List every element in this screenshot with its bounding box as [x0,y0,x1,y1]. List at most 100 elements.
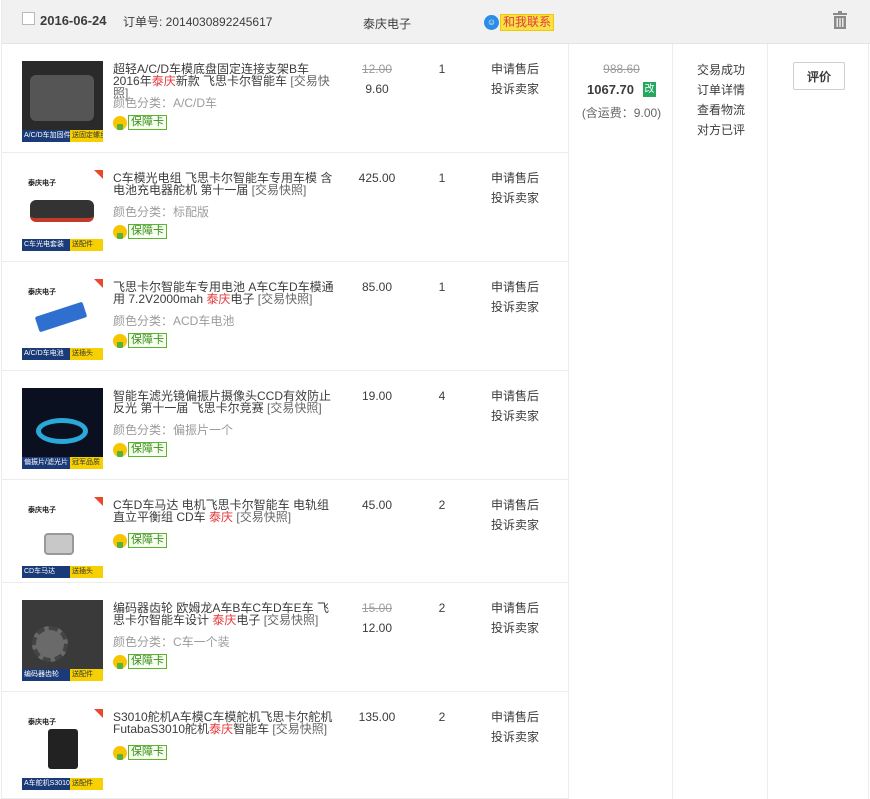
thumbnail-caption: C车光电套装 [22,239,70,251]
item-operations: 申请售后 投诉卖家 [491,495,539,535]
complain-seller-link[interactable]: 投诉卖家 [491,297,539,317]
flower-icon [113,533,127,548]
unit-price: 19.00 [347,389,407,403]
product-sku: 颜色分类：ACD车电池 [113,314,235,328]
apply-after-sales-link[interactable]: 申请售后 [491,598,539,618]
contact-seller-button[interactable]: ☺ 和我联系 [484,13,555,31]
order-item-row: 泰庆电子 A/C/D车电池 送插头 飞思卡尔智能车专用电池 A车C车D车模通用 7.2… [2,262,568,371]
flower-icon [113,442,127,457]
guarantee-card-label: 保障卡 [128,745,167,760]
order-detail-link[interactable]: 订单详情 [697,80,745,100]
thumbnail-caption-strip: A/C/D车加固件送固定螺丝 [22,130,103,142]
shop-name-link[interactable]: 泰庆电子 [363,15,411,32]
guarantee-card-label: 保障卡 [128,654,167,669]
product-title-text: 电子 [236,613,264,627]
complain-seller-link[interactable]: 投诉卖家 [491,727,539,747]
thumbnail-tag: 冠军品质 [70,457,103,469]
guarantee-card-badge[interactable]: 保障卡 [113,442,167,457]
thumbnail-caption-strip: C车光电套装 送配件 [22,239,103,251]
item-operations: 申请售后 投诉卖家 [491,386,539,426]
product-title-text: 智能车 [233,722,273,736]
item-operations: 申请售后 投诉卖家 [491,598,539,638]
complain-seller-link[interactable]: 投诉卖家 [491,515,539,535]
apply-after-sales-link[interactable]: 申请售后 [491,495,539,515]
apply-after-sales-link[interactable]: 申请售后 [491,59,539,79]
select-order-checkbox[interactable] [22,12,35,25]
trade-snapshot-link[interactable]: [交易快照] [267,401,322,415]
order-header: 2016-06-24 订单号: 2014030892245617 泰庆电子 ☺ … [2,0,870,44]
guarantee-card-badge[interactable]: 保障卡 [113,533,167,548]
apply-after-sales-link[interactable]: 申请售后 [491,277,539,297]
product-title-highlight: 泰庆 [209,722,234,736]
complain-seller-link[interactable]: 投诉卖家 [491,618,539,638]
counterparty-reviewed-link[interactable]: 对方已评 [697,120,745,140]
guarantee-card-label: 保障卡 [128,333,167,348]
item-quantity: 2 [438,710,446,724]
product-thumbnail[interactable]: A/C/D车加固件送固定螺丝 [22,61,103,142]
unit-price: 15.00 12.00 [347,601,407,635]
guarantee-card-badge[interactable]: 保障卡 [113,745,167,760]
thumbnail-tag: 送插头 [70,566,103,578]
contact-seller-label: 和我联系 [500,13,555,31]
unit-price: 85.00 [347,280,407,294]
product-title-link[interactable]: C车D车马达 电机飞思卡尔智能车 电轨组 直立平衡组 CD车 泰庆 [交易快照] [113,499,335,523]
product-thumbnail[interactable]: 泰庆电子 CD车马达 送插头 [22,497,103,578]
product-thumbnail[interactable]: 泰庆电子 A车舵机S3010 送配件 [22,709,103,790]
thumbnail-caption-strip: A车舵机S3010 送配件 [22,778,103,790]
product-title-link[interactable]: 飞思卡尔智能车专用电池 A车C车D车模通用 7.2V2000mah 泰庆电子 [… [113,281,335,305]
guarantee-card-label: 保障卡 [128,442,167,457]
thumbnail-caption-strip: A/C/D车电池 送插头 [22,348,103,360]
trade-snapshot-link[interactable]: [交易快照] [264,613,319,627]
thumbnail-caption: A/C/D车电池 [22,348,70,360]
order-status-column: 交易成功 订单详情 查看物流 对方已评 [673,44,768,799]
flower-icon [113,224,127,239]
product-title-link[interactable]: 编码器齿轮 欧姆龙A车B车C车D车E车 飞思卡尔智能车设计 泰庆电子 [交易快照… [113,602,335,626]
product-title-link[interactable]: C车模光电组 飞思卡尔智能车专用车模 含电池充电器舵机 第十一届 [交易快照] [113,172,335,196]
product-thumbnail[interactable]: 泰庆电子 C车光电套装 送配件 [22,170,103,251]
product-thumbnail[interactable]: 编码器齿轮 送配件 [22,600,103,681]
item-quantity: 1 [438,280,446,294]
guarantee-card-label: 保障卡 [128,533,167,548]
order-total-column: 988.60 1067.70 改 (含运费：9.00) [568,44,673,799]
guarantee-card-badge[interactable]: 保障卡 [113,224,167,239]
view-logistics-link[interactable]: 查看物流 [697,100,745,120]
complain-seller-link[interactable]: 投诉卖家 [491,79,539,99]
product-image [34,301,88,333]
shipping-fee: (含运费：9.00) [581,106,662,120]
product-title-link[interactable]: 智能车滤光镜偏振片摄像头CCD有效防止反光 第十一届 飞思卡尔竞赛 [交易快照] [113,390,335,414]
thumbnail-tag: 送配件 [70,669,103,681]
product-thumbnail[interactable]: 偏振片/滤光片 冠军品质 [22,388,103,469]
thumbnail-caption: CD车马达 [22,566,70,578]
product-sku: 颜色分类：C车一个装 [113,635,230,649]
thumbnail-tag: 送插头 [70,348,103,360]
product-thumbnail[interactable]: 泰庆电子 A/C/D车电池 送插头 [22,279,103,360]
complain-seller-link[interactable]: 投诉卖家 [491,406,539,426]
trade-snapshot-link[interactable]: [交易快照] [236,510,291,524]
apply-after-sales-link[interactable]: 申请售后 [491,168,539,188]
order-number: 订单号: 2014030892245617 [123,15,273,29]
current-price: 85.00 [361,280,393,294]
total-paid-price: 1067.70 [587,82,634,97]
trade-snapshot-link[interactable]: [交易快照] [272,722,327,736]
thumbnail-caption: 编码器齿轮 [22,669,70,681]
guarantee-card-badge[interactable]: 保障卡 [113,333,167,348]
trade-snapshot-link[interactable]: [交易快照] [258,292,313,306]
item-operations: 申请售后 投诉卖家 [491,707,539,747]
original-price: 15.00 [361,601,393,615]
trade-snapshot-link[interactable]: [交易快照] [252,183,307,197]
product-title-link[interactable]: S3010舵机A车模C车模舵机飞思卡尔舵机FutabaS3010舵机泰庆智能车 … [113,711,335,735]
trash-icon[interactable] [832,11,848,29]
apply-after-sales-link[interactable]: 申请售后 [491,386,539,406]
order-date: 2016-06-24 [40,13,107,28]
complain-seller-link[interactable]: 投诉卖家 [491,188,539,208]
guarantee-card-badge[interactable]: 保障卡 [113,654,167,669]
current-price: 12.00 [361,621,393,635]
unit-price: 45.00 [347,498,407,512]
guarantee-card-badge[interactable]: 保障卡 [113,115,167,130]
corner-flag-icon [94,170,103,179]
review-button[interactable]: 评价 [793,62,845,90]
flower-icon [113,115,127,130]
original-price: 12.00 [361,62,393,76]
apply-after-sales-link[interactable]: 申请售后 [491,707,539,727]
corner-flag-icon [94,709,103,718]
